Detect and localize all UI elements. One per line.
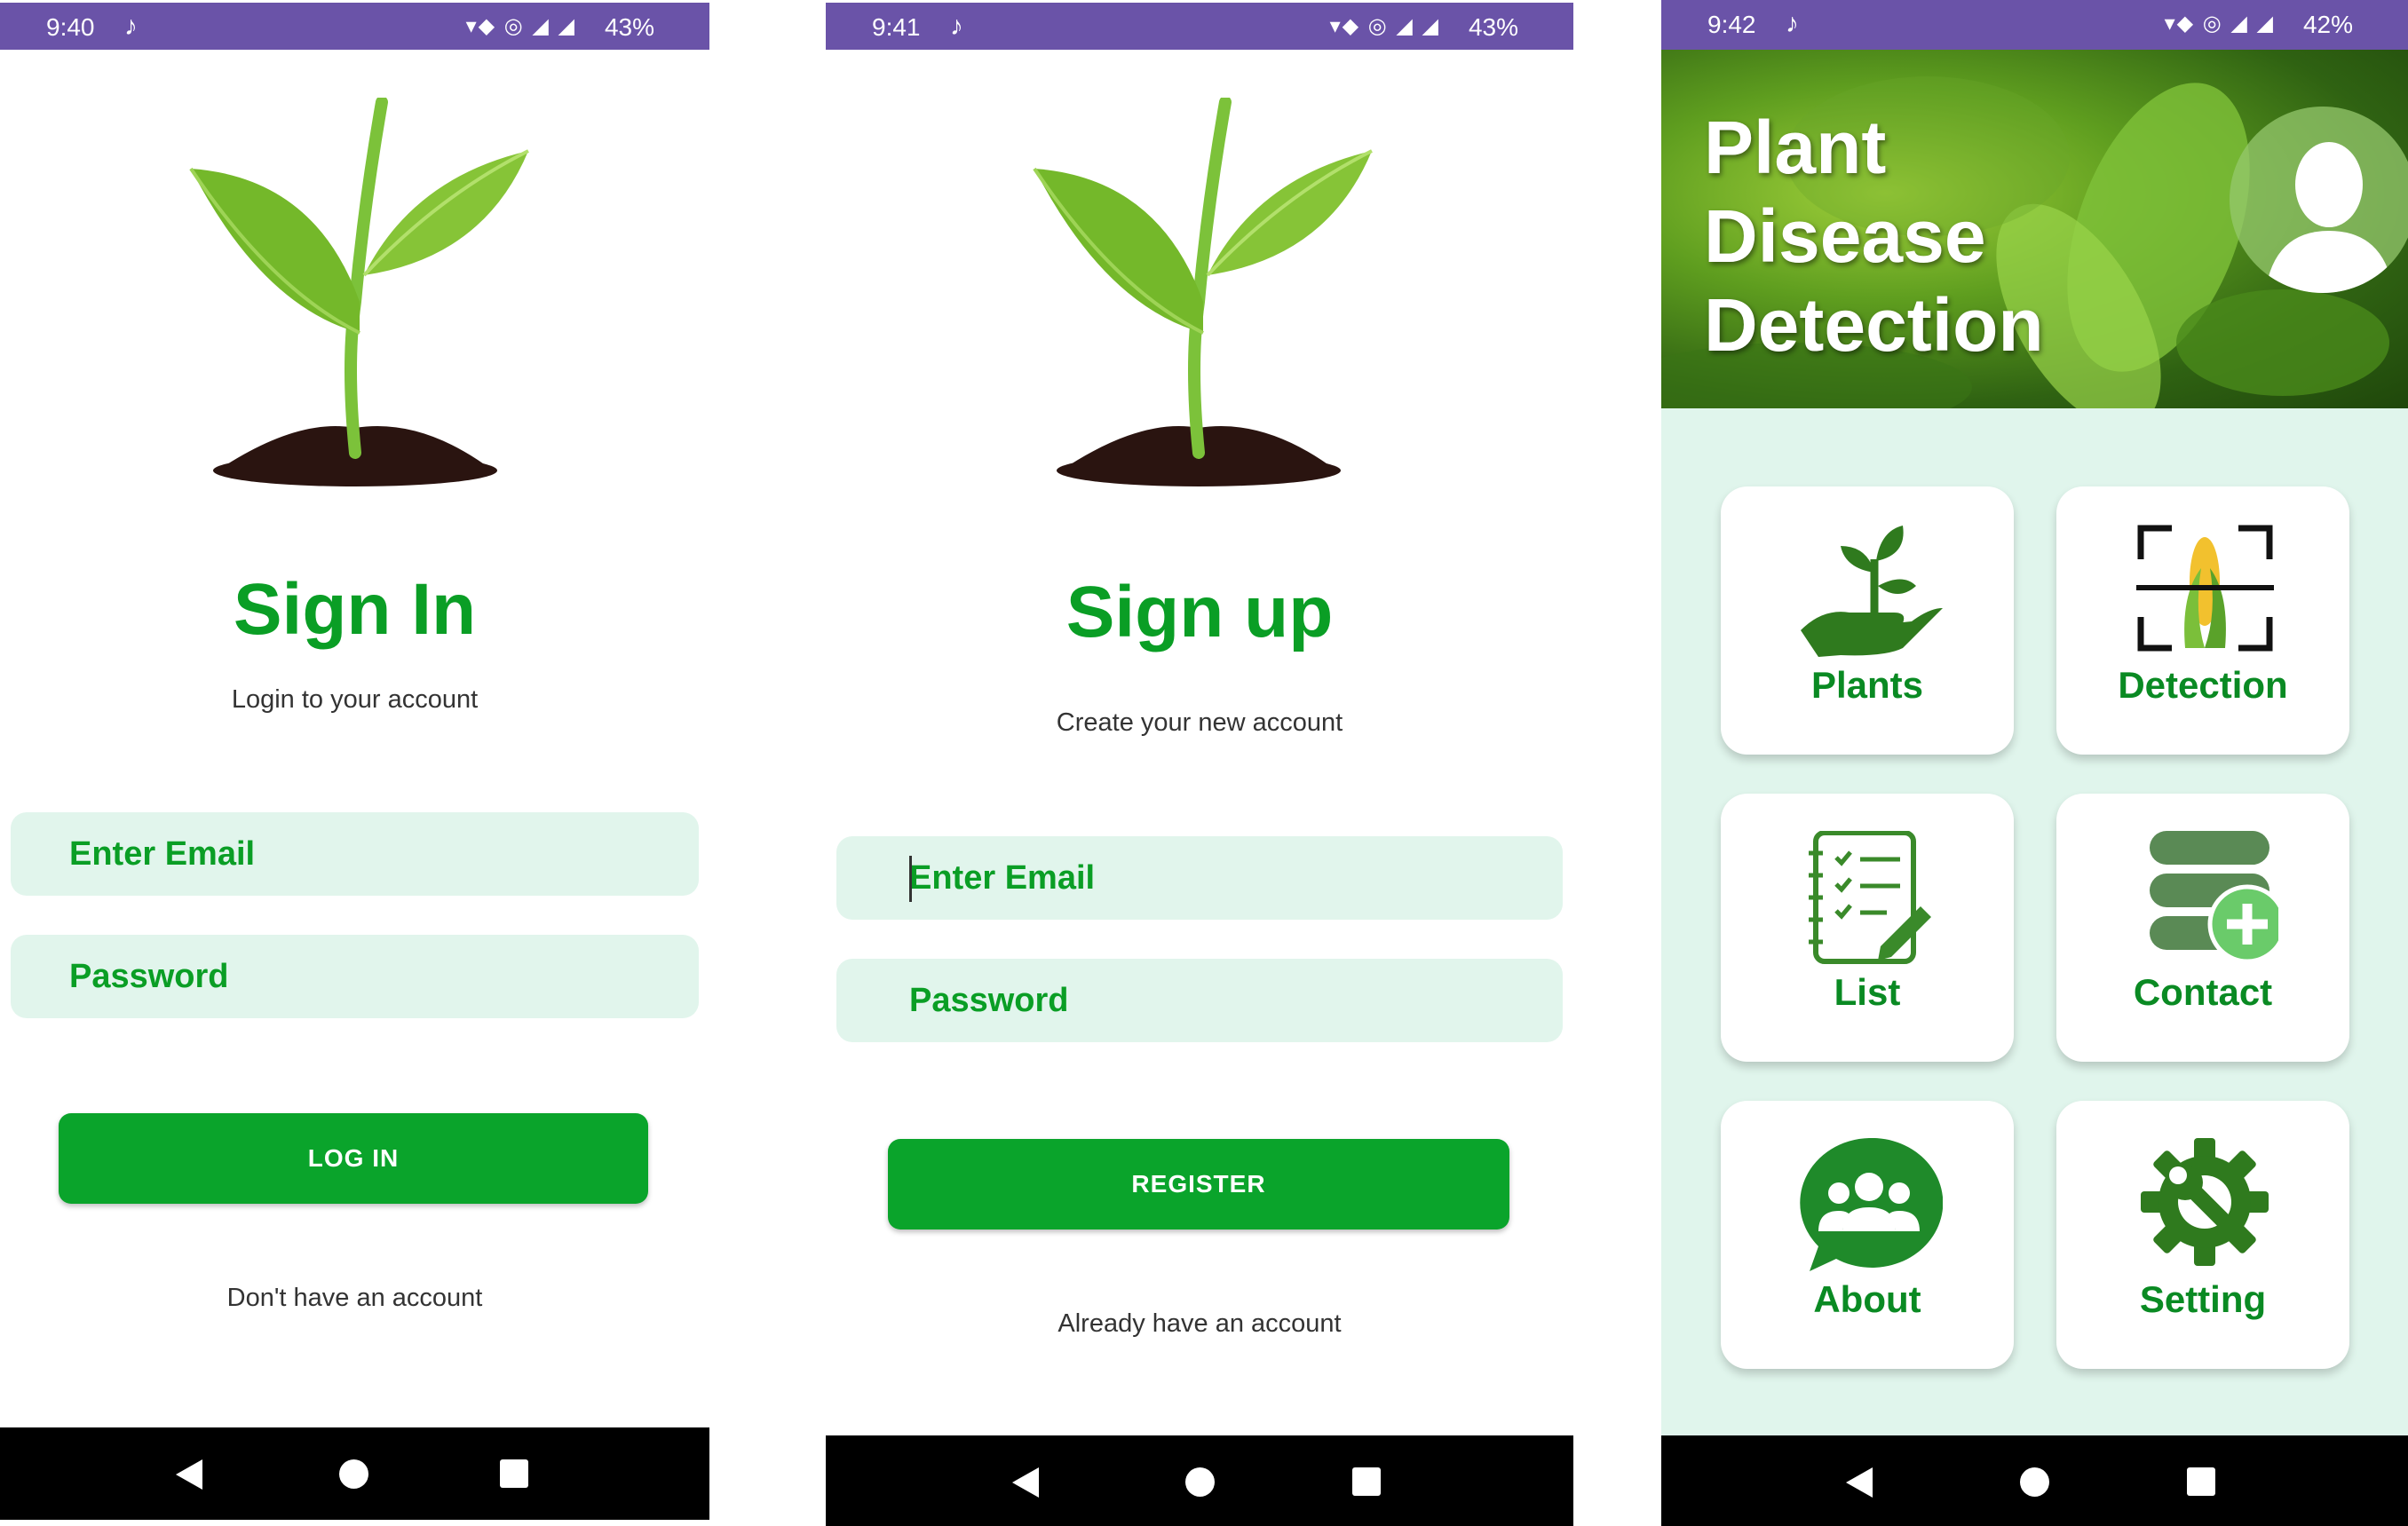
database-add-icon [2150,831,2278,964]
menu-card-contact[interactable]: Contact [2056,794,2349,1062]
navigation-bar [0,1427,709,1520]
menu-label: Setting [2139,1278,2267,1320]
page-title: Sign In [233,569,477,650]
home-icon[interactable] [339,1459,368,1489]
menu-card-setting[interactable]: Setting [2056,1101,2349,1369]
login-link[interactable]: Already have an account [826,1309,1573,1339]
music-note-icon: ♪ [950,12,963,41]
menu-card-about[interactable]: About [1721,1101,2014,1369]
status-time: 9:40 [46,13,95,41]
email-field[interactable]: Enter Email [11,812,699,896]
checklist-icon [1809,831,1931,964]
battery-level: 43% [604,13,654,41]
battery-level: 43% [1468,13,1518,41]
header-banner: Plant Disease Detection [1661,50,2408,408]
home-icon[interactable] [1185,1467,1215,1497]
status-bar: 9:40 ♪ ▾◆ ◎ ◢ ◢ 43% [0,3,709,50]
login-button[interactable]: LOG IN [59,1113,648,1204]
password-field[interactable]: Password [836,959,1563,1042]
gear-wrench-icon [2141,1138,2269,1266]
menu-card-plants[interactable]: Plants [1721,486,2014,755]
register-link[interactable]: Don't have an account [0,1284,709,1313]
app-title-line-1: Plant [1704,106,1887,189]
sprout-logo-icon [1033,98,1373,486]
home-screen: 9:42 ♪ ▾◆ ◎ ◢ ◢ 42% Plant Disease Detect… [1661,0,2408,1526]
signin-screen: 9:40 ♪ ▾◆ ◎ ◢ ◢ 43% Sign In Login to you… [0,0,709,1520]
status-bar: 9:42 ♪ ▾◆ ◎ ◢ ◢ 42% [1661,0,2408,50]
password-field[interactable]: Password [11,935,699,1018]
menu-card-list[interactable]: List [1721,794,2014,1062]
back-icon[interactable] [1846,1467,1873,1498]
music-note-icon: ♪ [124,12,138,41]
menu-label: About [1813,1278,1921,1320]
navigation-bar [826,1435,1573,1526]
signal-wifi-icons: ▾◆ ◎ ◢ ◢ [465,14,576,38]
sprout-logo-icon [189,98,529,486]
recent-apps-icon[interactable] [2187,1467,2215,1496]
page-subtitle: Create your new account [1056,708,1343,737]
back-icon[interactable] [176,1459,202,1490]
email-field[interactable]: Enter Email [836,836,1563,920]
app-title-line-3: Detection [1704,283,2044,367]
menu-label: List [1834,971,1901,1013]
page-subtitle: Login to your account [231,685,479,714]
menu-label: Contact [2133,971,2273,1013]
menu-card-detection[interactable]: Detection [2056,486,2349,755]
status-time: 9:42 [1707,11,1756,38]
back-icon[interactable] [1012,1467,1039,1498]
app-title: Plant Disease Detection [1704,103,2044,369]
status-bar: 9:41 ♪ ▾◆ ◎ ◢ ◢ 43% [826,3,1573,50]
people-chat-icon [1800,1138,1943,1271]
signal-wifi-icons: ▾◆ ◎ ◢ ◢ [1329,14,1440,38]
scan-corn-icon [2136,525,2274,652]
recent-apps-icon[interactable] [500,1459,528,1488]
text-cursor [909,856,912,902]
app-title-line-2: Disease [1704,194,1986,278]
navigation-bar [1661,1435,2408,1526]
battery-level: 42% [2302,11,2353,38]
email-field-placeholder: Enter Email [909,859,1096,897]
menu-label: Detection [2118,664,2288,706]
music-note-icon: ♪ [1786,9,1799,38]
recent-apps-icon[interactable] [1352,1467,1381,1496]
signal-wifi-icons: ▾◆ ◎ ◢ ◢ [2164,12,2275,36]
register-button[interactable]: REGISTER [888,1139,1509,1229]
status-time: 9:41 [872,13,921,41]
profile-avatar[interactable] [2230,107,2408,293]
home-icon[interactable] [2020,1467,2049,1497]
user-silhouette-icon [2265,142,2394,293]
menu-label: Plants [1810,664,1924,706]
plant-hand-icon [1801,526,1943,657]
page-title: Sign up [1065,572,1334,652]
signup-screen: 9:41 ♪ ▾◆ ◎ ◢ ◢ 43% Sign up Create your … [826,0,1573,1526]
